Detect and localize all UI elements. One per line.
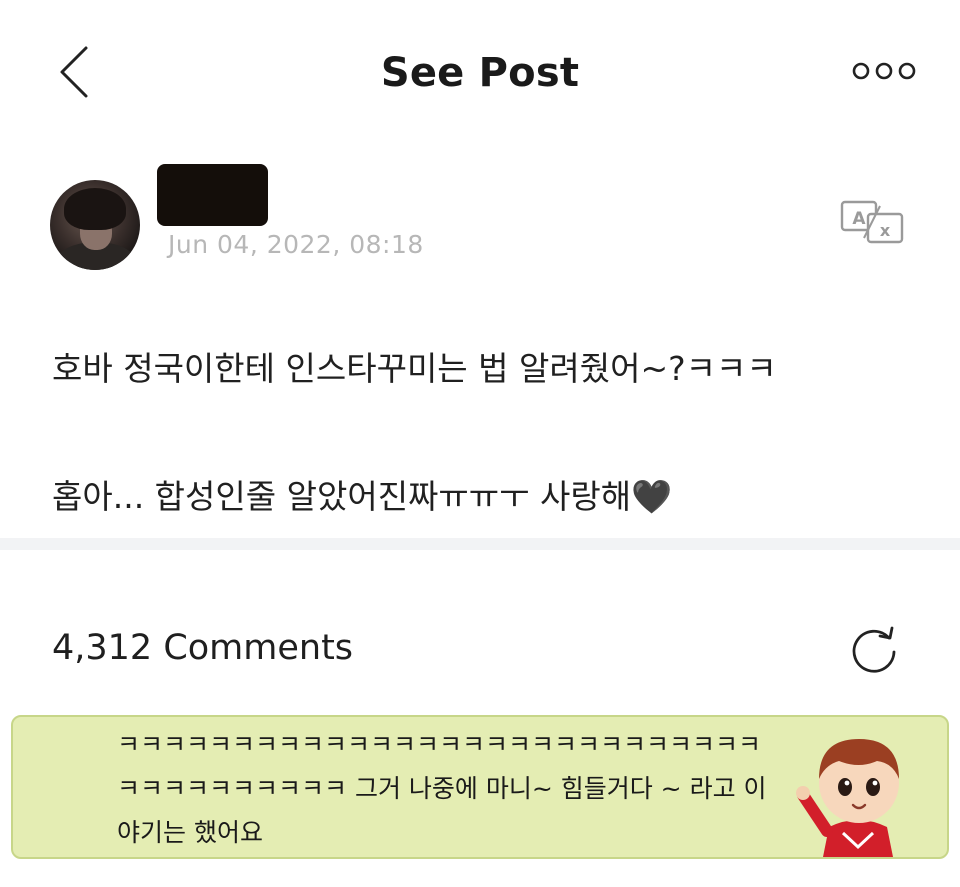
top-bar: See Post [0,0,960,150]
comments-count: 4,312 Comments [52,628,354,668]
translate-icon: A x [840,200,904,244]
svg-text:x: x [880,221,891,240]
more-options-button[interactable] [850,58,918,84]
comment-item[interactable]: ㅋㅋㅋㅋㅋㅋㅋㅋㅋㅋㅋㅋㅋㅋㅋㅋㅋㅋㅋㅋㅋㅋㅋㅋㅋㅋㅋㅋㅋㅋㅋㅋㅋㅋㅋㅋㅋㅋ 그… [11,715,949,859]
refresh-icon [852,626,896,673]
avatar-hair [64,188,126,230]
post-text-line: 호바 정국이한테 인스타꾸미는 법 알려줬어~?ㅋㅋㅋ [52,349,777,388]
comment-text: ㅋㅋㅋㅋㅋㅋㅋㅋㅋㅋㅋㅋㅋㅋㅋㅋㅋㅋㅋㅋㅋㅋㅋㅋㅋㅋㅋㅋㅋㅋㅋㅋㅋㅋㅋㅋㅋㅋ 그… [117,730,767,847]
avatar[interactable] [50,180,140,270]
more-dots-icon [852,62,916,80]
page-title: See Post [380,50,580,96]
refresh-button[interactable] [846,624,902,676]
translate-button[interactable]: A x [840,198,906,244]
svg-text:A: A [852,209,866,229]
character-sticker-icon [796,739,899,857]
section-divider [0,538,960,550]
post-text-line: 홉아... 합성인줄 알았어진짜ㅠㅠㅜ 사랑해🖤 [52,477,673,516]
post-timestamp: Jun 04, 2022, 08:18 [168,230,424,259]
author-name-redacted [157,164,268,226]
